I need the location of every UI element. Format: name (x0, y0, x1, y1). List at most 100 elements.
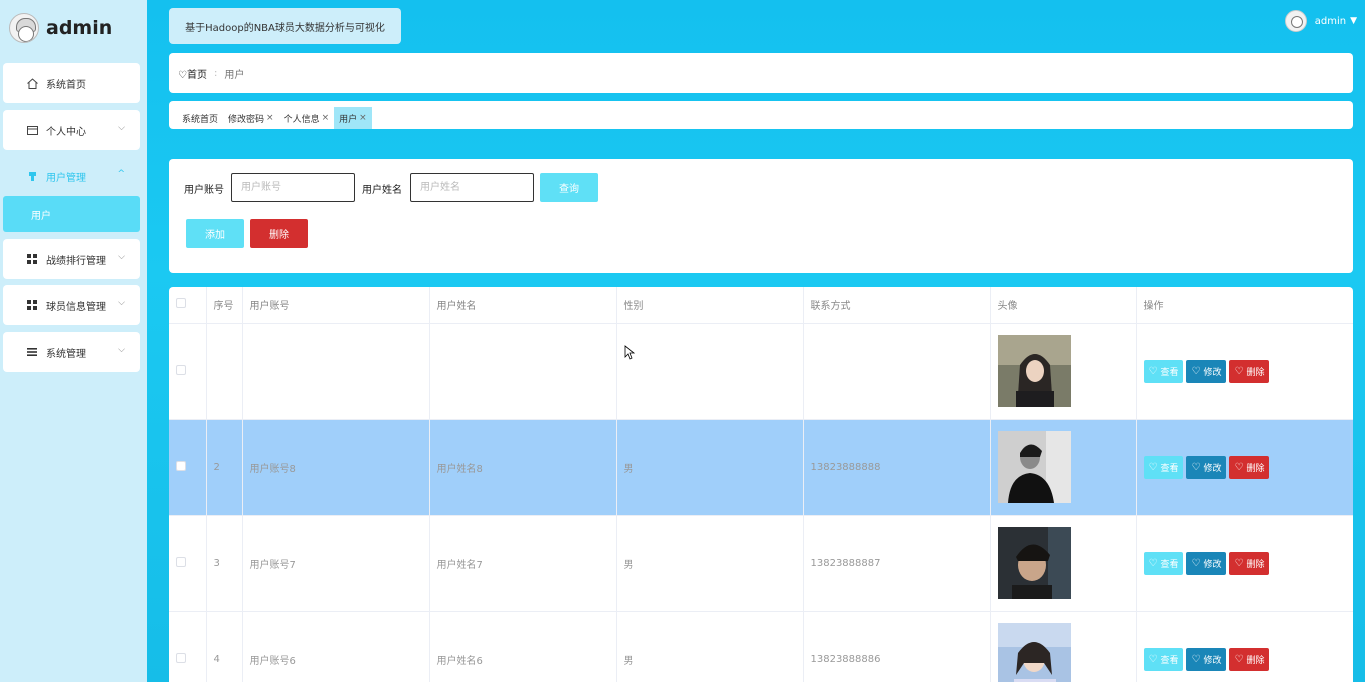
heart-icon: ♡ (1148, 461, 1158, 473)
checkbox[interactable] (176, 460, 186, 471)
cell-phone: 13823888887 (803, 515, 991, 612)
checkbox[interactable] (176, 298, 186, 309)
tag-label: 修改密码 (228, 114, 265, 125)
chevron-down-icon: ⌵ (118, 123, 125, 133)
close-icon[interactable]: × (322, 113, 330, 123)
account-input[interactable] (231, 173, 355, 202)
sidebar-item-ranking[interactable]: 战绩排行管理 ⌵ (3, 239, 140, 279)
heart-icon: ♡ (1234, 557, 1244, 569)
sidebar-item-player-info[interactable]: 球员信息管理 ⌵ (3, 285, 140, 325)
table-row[interactable]: 3 用户账号7 用户姓名7 男 13823888887 ♡ 查看 ♡ 修改 ♡ 删除 (169, 515, 1353, 612)
header-index: 序号 (206, 287, 243, 324)
view-button[interactable]: ♡ 查看 (1143, 359, 1184, 383)
breadcrumb-current: 用户 (224, 69, 245, 81)
cell-account: 用户账号8 (242, 419, 430, 516)
name-input[interactable] (410, 173, 534, 202)
user-photo (997, 623, 1071, 682)
cell-actions: ♡ 查看 ♡ 修改 ♡ 删除 (1136, 419, 1353, 516)
delete-button[interactable]: 删除 (250, 219, 308, 248)
chevron-down-icon: ⌵ (118, 252, 125, 262)
row-delete-button[interactable]: ♡ 删除 (1229, 359, 1270, 383)
view-button[interactable]: ♡ 查看 (1143, 647, 1184, 671)
sidebar-item-system[interactable]: 系统管理 ⌵ (3, 332, 140, 372)
edit-button[interactable]: ♡ 修改 (1186, 455, 1227, 479)
sidebar-item-label: 球员信息管理 (46, 301, 106, 313)
row-delete-button[interactable]: ♡ 删除 (1229, 551, 1270, 575)
edit-button[interactable]: ♡ 修改 (1186, 359, 1227, 383)
view-button[interactable]: ♡ 查看 (1143, 455, 1184, 479)
cell-phone (803, 323, 991, 420)
search-panel: 用户账号 用户姓名 查询 添加 删除 (169, 159, 1353, 273)
view-button[interactable]: ♡ 查看 (1143, 551, 1184, 575)
cell-phone: 13823888886 (803, 611, 991, 682)
sidebar-item-home[interactable]: 系统首页 (3, 63, 140, 103)
tag-label: 系统首页 (182, 114, 219, 125)
table-row[interactable]: 2 用户账号8 用户姓名8 男 13823888888 ♡ 查看 ♡ 修改 ♡ 删除 (169, 419, 1353, 516)
cell-actions: ♡ 查看 ♡ 修改 ♡ 删除 (1136, 515, 1353, 612)
heart-icon: ♡ (1148, 557, 1158, 569)
breadcrumb-separator: : (213, 67, 218, 79)
tag-change-password[interactable]: 修改密码 × (223, 107, 279, 129)
sidebar-item-profile[interactable]: 个人中心 ⌵ (3, 110, 140, 150)
user-menu[interactable]: admin ▼ (1284, 10, 1357, 32)
edit-label: 修改 (1203, 655, 1222, 666)
heart-icon: ♡ (1234, 461, 1244, 473)
sidebar-subitem-label: 用户 (31, 210, 51, 222)
edit-button[interactable]: ♡ 修改 (1186, 551, 1227, 575)
heart-icon: ♡ (1191, 365, 1201, 377)
row-select[interactable] (169, 419, 207, 516)
cell-account (242, 323, 430, 420)
header-select-all[interactable] (169, 287, 207, 324)
table-header-row: 序号 用户账号 用户姓名 性别 联系方式 头像 操作 (169, 287, 1353, 324)
account-label: 用户账号 (184, 185, 224, 196)
add-button[interactable]: 添加 (186, 219, 244, 248)
edit-button[interactable]: ♡ 修改 (1186, 647, 1227, 671)
row-delete-button[interactable]: ♡ 删除 (1229, 647, 1270, 671)
row-select[interactable] (169, 323, 207, 420)
heart-icon: ♡ (1148, 653, 1158, 665)
breadcrumb-home-label: 首页 (186, 69, 207, 81)
heart-icon: ♡ (1148, 365, 1158, 377)
table-row[interactable]: 4 用户账号6 用户姓名6 男 13823888886 ♡ 查看 ♡ 修改 ♡ 删除 (169, 611, 1353, 682)
row-delete-button[interactable]: ♡ 删除 (1229, 455, 1270, 479)
sidebar-subitem-user[interactable]: 用户 (3, 196, 140, 232)
edit-label: 修改 (1203, 367, 1222, 378)
mouse-cursor-icon (624, 345, 635, 360)
close-icon[interactable]: × (266, 113, 274, 123)
tag-personal-info[interactable]: 个人信息 × (279, 107, 335, 129)
cell-index (206, 323, 243, 420)
sidebar-item-label: 个人中心 (46, 126, 86, 138)
chevron-up-icon: ^ (117, 169, 125, 179)
query-button[interactable]: 查询 (540, 173, 598, 202)
chevron-down-icon: ⌵ (118, 298, 125, 308)
tags-bar: 系统首页 修改密码 × 个人信息 × 用户 × (169, 101, 1353, 129)
breadcrumb: ♡首页 : 用户 (169, 53, 1353, 93)
list-icon (25, 345, 39, 359)
row-select[interactable] (169, 611, 207, 682)
id-card-icon (25, 123, 39, 137)
delete-label: 删除 (1246, 367, 1265, 378)
user-name: admin (1314, 15, 1347, 27)
sidebar-item-user-management[interactable]: 用户管理 ^ (3, 156, 140, 196)
grid-icon (25, 252, 39, 266)
delete-label: 删除 (1246, 463, 1265, 474)
view-label: 查看 (1160, 367, 1179, 378)
checkbox[interactable] (176, 556, 186, 567)
cell-name: 用户姓名6 (429, 611, 617, 682)
checkbox[interactable] (176, 652, 186, 663)
checkbox[interactable] (176, 364, 186, 375)
edit-label: 修改 (1203, 463, 1222, 474)
cell-index: 2 (206, 419, 243, 516)
breadcrumb-home[interactable]: ♡首页 (178, 66, 207, 81)
system-title: 基于Hadoop的NBA球员大数据分析与可视化 (169, 8, 401, 44)
brand: admin (9, 12, 112, 44)
row-select[interactable] (169, 515, 207, 612)
user-photo (997, 527, 1071, 599)
close-icon[interactable]: × (359, 113, 367, 123)
user-table-panel: 序号 用户账号 用户姓名 性别 联系方式 头像 操作 ♡ 查看 ♡ 修改 ♡ 删… (169, 287, 1353, 682)
tag-user[interactable]: 用户 × (334, 107, 372, 129)
cell-index: 4 (206, 611, 243, 682)
tag-home[interactable]: 系统首页 (177, 107, 223, 129)
table-row[interactable]: ♡ 查看 ♡ 修改 ♡ 删除 (169, 323, 1353, 420)
cell-gender: 男 (616, 515, 804, 612)
